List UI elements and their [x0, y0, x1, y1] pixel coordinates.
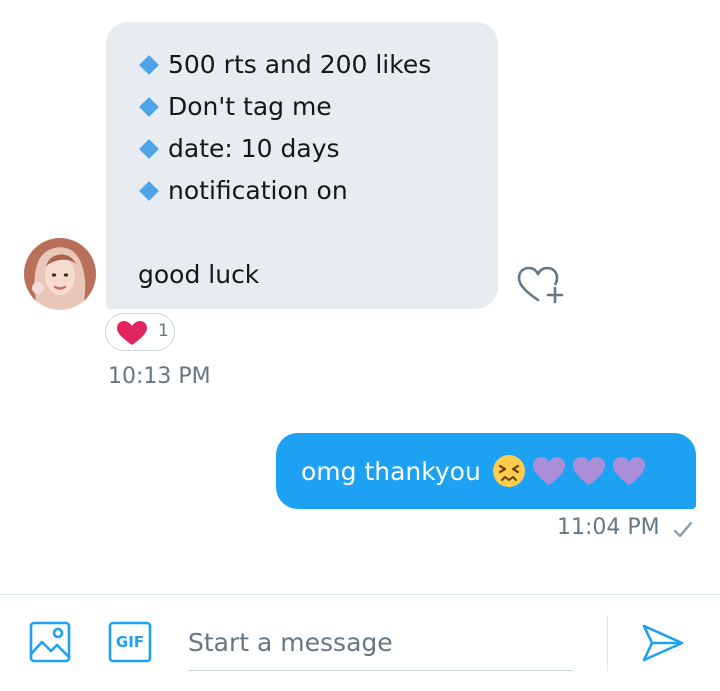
- send-icon[interactable]: [640, 622, 686, 668]
- image-icon[interactable]: [28, 620, 72, 668]
- gif-label: GIF: [115, 633, 145, 651]
- purple-heart-icon: [532, 457, 565, 485]
- heart-add-icon[interactable]: [514, 264, 564, 306]
- persevering-face-icon: [492, 455, 525, 487]
- blue-diamond-icon: [139, 138, 159, 159]
- message-line: notification on: [138, 170, 498, 212]
- received-timestamp: 10:13 PM: [108, 364, 211, 389]
- blue-diamond-icon: [139, 54, 159, 75]
- composer-separator: [607, 615, 608, 671]
- purple-heart-icon: [612, 457, 645, 485]
- message-line: 500 rts and 200 likes: [138, 44, 498, 86]
- check-icon: [672, 520, 694, 544]
- received-message-bubble[interactable]: 500 rts and 200 likes Don't tag me date:…: [106, 22, 498, 309]
- message-line: date: 10 days: [138, 128, 498, 170]
- sent-message-text: omg thankyou: [301, 456, 481, 486]
- gif-icon[interactable]: GIF: [108, 620, 152, 668]
- composer-divider: [0, 594, 720, 595]
- blue-diamond-icon: [139, 180, 159, 201]
- sent-timestamp: 11:04 PM: [557, 515, 660, 540]
- reaction-badge[interactable]: 1: [105, 313, 175, 351]
- message-closing: good luck: [138, 260, 260, 289]
- sent-message-bubble[interactable]: omg thankyou: [276, 433, 696, 509]
- avatar[interactable]: [24, 238, 96, 310]
- blue-diamond-icon: [139, 96, 159, 117]
- message-line: Don't tag me: [138, 86, 498, 128]
- red-heart-icon: [117, 321, 147, 345]
- message-input[interactable]: [188, 614, 573, 671]
- purple-heart-icon: [572, 457, 605, 485]
- reaction-count: 1: [158, 321, 169, 341]
